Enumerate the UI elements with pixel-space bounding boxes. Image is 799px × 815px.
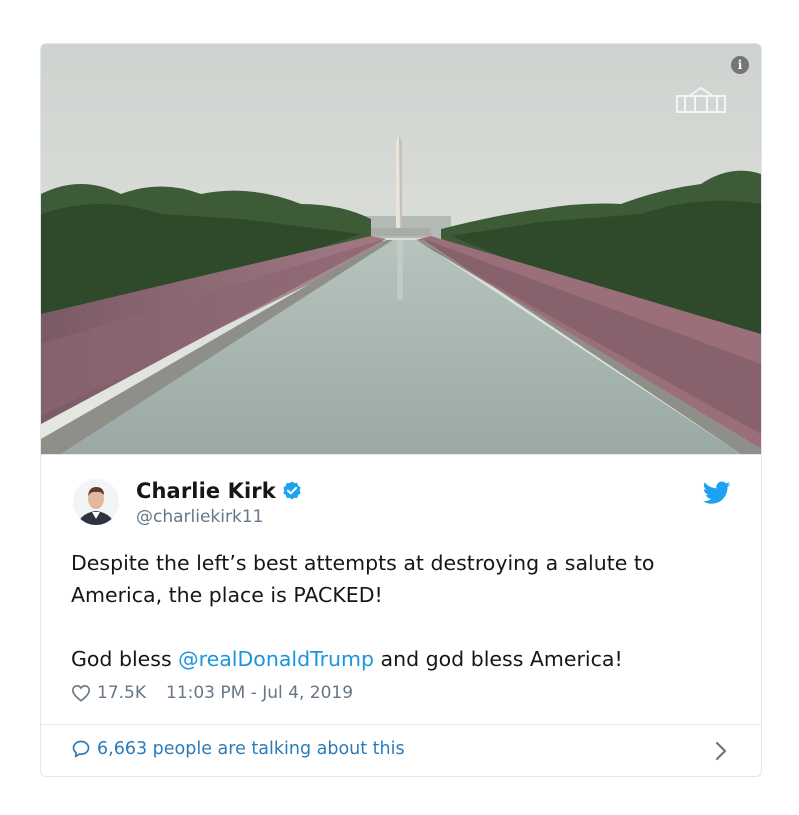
like-count[interactable]: 17.5K: [97, 683, 146, 703]
tweet-footer[interactable]: 6,663 people are talking about this: [41, 724, 761, 776]
people-talking-link[interactable]: 6,663 people are talking about this: [71, 739, 405, 759]
white-house-watermark-icon: [676, 86, 726, 113]
reflecting-pool-photo: [41, 44, 761, 454]
embedded-tweet-card[interactable]: i Charlie Kirk @charliekirk11 Despite th…: [40, 43, 762, 777]
tweet-text: Despite the left’s best attempts at dest…: [71, 547, 731, 675]
people-talking-text[interactable]: 6,663 people are talking about this: [97, 739, 405, 759]
chevron-right-icon[interactable]: [715, 741, 727, 761]
author-name-row[interactable]: Charlie Kirk: [136, 479, 303, 503]
author-handle[interactable]: @charliekirk11: [136, 507, 263, 527]
speech-bubble-icon: [72, 740, 90, 758]
tweet-body: Charlie Kirk @charliekirk11 Despite the …: [41, 454, 761, 725]
avatar-image: [73, 479, 119, 525]
tweet-text-suffix: and god bless America!: [374, 647, 623, 671]
mention-link[interactable]: @realDonaldTrump: [178, 647, 374, 671]
author-name[interactable]: Charlie Kirk: [136, 479, 276, 503]
heart-icon[interactable]: [71, 684, 91, 702]
tweet-text-line1: Despite the left’s best attempts at dest…: [71, 551, 655, 607]
verified-badge-icon: [283, 481, 301, 500]
tweet-text-prefix: God bless: [71, 647, 179, 671]
avatar[interactable]: [73, 479, 119, 525]
tweet-text-line2: God bless @realDonaldTrump and god bless…: [71, 643, 731, 675]
tweet-timestamp[interactable]: 11:03 PM - Jul 4, 2019: [166, 683, 353, 703]
tweet-meta: 17.5K 11:03 PM - Jul 4, 2019: [71, 683, 353, 703]
tweet-media-image[interactable]: i: [41, 44, 761, 454]
info-icon[interactable]: i: [731, 56, 749, 74]
twitter-bird-icon[interactable]: [703, 481, 731, 505]
